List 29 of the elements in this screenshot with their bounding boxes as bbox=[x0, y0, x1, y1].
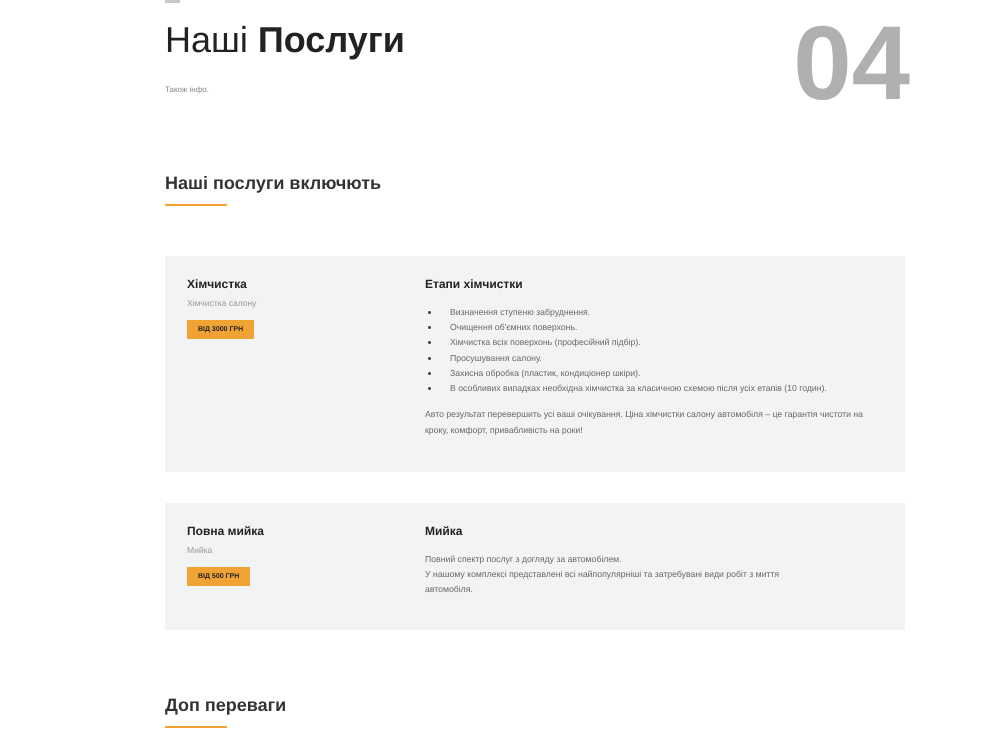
service-title: Повна мийка bbox=[187, 524, 264, 538]
bullet-icon bbox=[428, 356, 431, 360]
step-text: Захисна обробка (пластик, кондиціонер шкіри). bbox=[450, 366, 640, 380]
service-subtitle: Хімчистка салону bbox=[187, 298, 256, 308]
section-heading: Наші послуги включють bbox=[165, 172, 382, 194]
description-text: У нашому комплексі представлені всі найпопулярніші та затребувані види робіт з миття автомобіля. bbox=[425, 568, 780, 596]
step-text: Визначення ступеню забруднення. bbox=[450, 306, 590, 320]
bullet-icon bbox=[428, 311, 431, 314]
service-title: Хімчистка bbox=[187, 277, 247, 291]
details-title: Мийка bbox=[425, 524, 462, 538]
step-text: В особливих випадках необхідна хімчистка за класичною схемою після усіх етапів (10 годин). bbox=[450, 382, 827, 396]
bullet-icon bbox=[428, 387, 431, 390]
heading-underline bbox=[165, 204, 227, 206]
heading-underline bbox=[165, 726, 227, 728]
bullet-icon bbox=[428, 341, 431, 344]
step-text: Хімчистка всіх поверхонь (професійний підбір). bbox=[450, 336, 641, 350]
details-title: Етапи хімчистки bbox=[425, 277, 523, 291]
step-text: Очищення об'ємних поверхонь. bbox=[450, 321, 578, 334]
description-text: Повний спектр послуг з догляду за автомобілем. bbox=[425, 553, 622, 566]
step-text: Просушування салону. bbox=[450, 352, 542, 365]
page-title: Наші Послуги bbox=[165, 19, 405, 61]
bullet-icon bbox=[428, 372, 431, 375]
section-number: 04 bbox=[793, 11, 910, 116]
breadcrumb-icon bbox=[165, 0, 180, 3]
description-text: Авто результат перевершить усі ваші очікування. Ціна хімчистки салону автомобіля – це гарантія чистоти на кроку, комфорт, привабливість на роки! bbox=[425, 408, 864, 438]
page-subtitle: Також інфо. bbox=[165, 85, 210, 95]
bullet-icon bbox=[428, 326, 431, 330]
service-subtitle: Мийка bbox=[187, 545, 212, 556]
section-heading: Доп переваги bbox=[165, 694, 286, 716]
